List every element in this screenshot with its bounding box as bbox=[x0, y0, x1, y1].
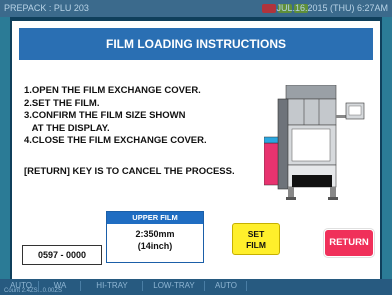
return-button[interactable]: RETURN bbox=[324, 229, 374, 257]
background-tab: AUTO bbox=[206, 281, 247, 291]
instruction-step: 1.OPEN THE FILM EXCHANGE COVER. bbox=[24, 85, 201, 96]
background-status: Count 2.4ZS...0.00ZS bbox=[4, 288, 63, 294]
instruction-step: 2.SET THE FILM. bbox=[24, 97, 100, 109]
instruction-list: 1.OPEN THE FILM EXCHANGE COVER. 2.SET TH… bbox=[24, 85, 254, 148]
machine-drawer bbox=[292, 175, 332, 187]
indicator-icon bbox=[262, 4, 276, 13]
code-display: 0597 - 0000 bbox=[22, 245, 102, 265]
instruction-step: 4.CLOSE THE FILM EXCHANGE COVER. bbox=[24, 135, 207, 146]
background-header: PREPACK : PLU 203 JUL.16.2015 (THU) 6:27… bbox=[0, 0, 392, 17]
background-title: PREPACK : PLU 203 bbox=[4, 3, 89, 13]
background-tab: LOW-TRAY bbox=[144, 281, 205, 291]
upper-film-panel: UPPER FILM 2:350mm (14inch) bbox=[106, 211, 204, 263]
background-datetime: JUL.16.2015 (THU) 6:27AM bbox=[276, 3, 388, 13]
upper-film-size-inch: (14inch) bbox=[137, 241, 173, 251]
background-left-panel bbox=[0, 17, 10, 279]
background-right-panel bbox=[382, 17, 392, 279]
upper-film-header: UPPER FILM bbox=[107, 212, 203, 224]
machine-column bbox=[277, 98, 289, 190]
film-loading-dialog: FILM LOADING INSTRUCTIONS 1.OPEN THE FIL… bbox=[12, 21, 380, 279]
background-tab-bar: AUTO WA HI-TRAY LOW-TRAY AUTO Count 2.4Z… bbox=[0, 279, 392, 295]
upper-film-size-mm: 2:350mm bbox=[135, 229, 175, 239]
dialog-title: FILM LOADING INSTRUCTIONS bbox=[19, 28, 373, 60]
wrapping-machine-illustration bbox=[264, 85, 365, 200]
instruction-step: 3.CONFIRM THE FILM SIZE SHOWN bbox=[24, 110, 186, 121]
film-cover-panel bbox=[264, 142, 279, 186]
set-film-label-line2: FILM bbox=[246, 240, 266, 250]
set-film-button[interactable]: SET FILM bbox=[232, 223, 280, 255]
machine-top-housing bbox=[285, 85, 337, 100]
cancel-note: [RETURN] KEY IS TO CANCEL THE PROCESS. bbox=[24, 166, 235, 177]
upper-film-size: 2:350mm (14inch) bbox=[107, 228, 203, 252]
set-film-label-line1: SET bbox=[247, 229, 265, 239]
instruction-step: AT THE DISPLAY. bbox=[24, 122, 110, 134]
background-tab: HI-TRAY bbox=[82, 281, 143, 291]
machine-upper-body bbox=[285, 98, 337, 126]
film-cover-top bbox=[264, 136, 279, 144]
